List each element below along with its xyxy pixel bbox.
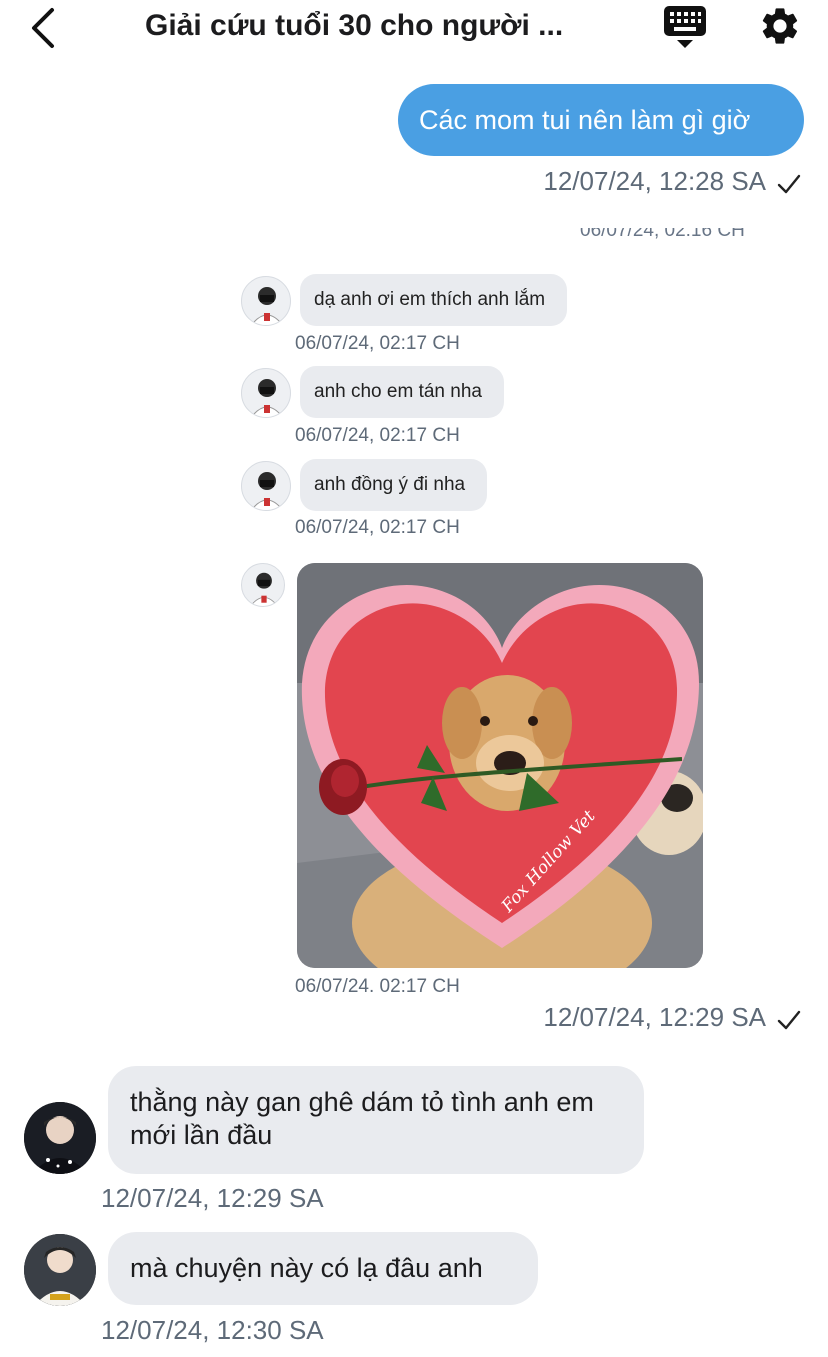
dog-with-heart-photo[interactable]: Fox Hollow Vet: [297, 563, 703, 968]
back-button[interactable]: [26, 6, 66, 50]
embedded-message-bubble: anh cho em tán nha: [300, 366, 504, 418]
embedded-avatar: [241, 276, 291, 326]
chat-header: Giải cứu tuổi 30 cho người ...: [0, 0, 828, 56]
sender-avatar[interactable]: [24, 1102, 96, 1174]
embedded-avatar: [241, 563, 285, 607]
sender-avatar[interactable]: [24, 1234, 96, 1306]
message-timestamp: 12/07/24, 12:30 SA: [101, 1315, 324, 1345]
chat-title: Giải cứu tuổi 30 cho người ...: [145, 9, 564, 42]
keyboard-icon: [664, 6, 706, 48]
embedded-message-timestamp: 06/07/24, 02:17 CH: [295, 517, 460, 538]
message-timestamp: 12/07/24, 12:28 SA: [543, 166, 766, 196]
message-timestamp: 12/07/24, 12:29 SA: [543, 1002, 766, 1032]
embedded-cut-off-timestamp: 06/07/24, 02:16 CH: [580, 228, 745, 241]
message-timestamp: 12/07/24, 12:29 SA: [101, 1183, 324, 1213]
checkmark-icon: [777, 174, 801, 194]
embedded-message-timestamp: 06/07/24, 02:17 CH: [295, 425, 460, 446]
embedded-message-bubble: dạ anh ơi em thích anh lắm: [300, 274, 568, 326]
incoming-message-bubble[interactable]: thằng này gan ghê dám tỏ tình anh em mới…: [108, 1066, 644, 1174]
embedded-message-bubble: anh đồng ý đi nha: [300, 459, 488, 511]
embedded-photo-timestamp: 06/07/24. 02:17 CH: [295, 976, 460, 997]
settings-button[interactable]: [758, 4, 802, 48]
keyboard-button[interactable]: [662, 4, 708, 50]
gear-icon: [762, 8, 798, 44]
incoming-message-bubble[interactable]: mà chuyện này có lạ đâu anh: [108, 1232, 538, 1305]
embedded-message-timestamp: 06/07/24, 02:17 CH: [295, 333, 460, 354]
checkmark-icon: [777, 1010, 801, 1030]
embedded-avatar: [241, 368, 291, 418]
chevron-left-icon: [32, 8, 54, 48]
embedded-avatar: [241, 461, 291, 511]
outgoing-message-bubble[interactable]: Các mom tui nên làm gì giờ: [398, 84, 804, 156]
